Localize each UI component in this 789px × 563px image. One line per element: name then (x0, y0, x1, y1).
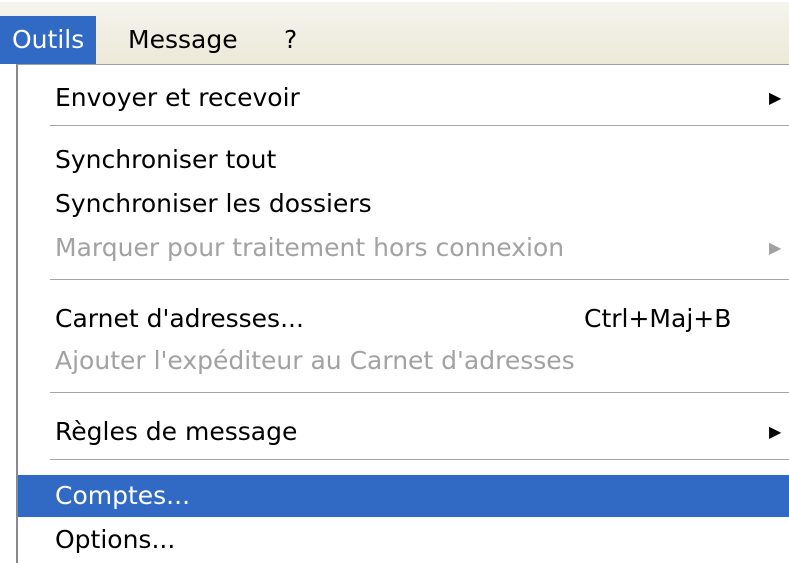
menu-item-label: Règles de message (55, 417, 298, 446)
menu-item-synchroniser-tout[interactable]: Synchroniser tout (18, 139, 789, 181)
menu-bar: Outils Message ? (0, 0, 789, 64)
menu-item-synchroniser-dossiers[interactable]: Synchroniser les dossiers (18, 183, 789, 225)
menu-item-label: Synchroniser tout (55, 145, 277, 174)
outils-dropdown-menu: Envoyer et recevoir ▶ Synchroniser tout … (16, 64, 789, 563)
menu-item-envoyer-recevoir[interactable]: Envoyer et recevoir ▶ (18, 77, 789, 119)
submenu-arrow-icon: ▶ (769, 88, 782, 107)
menu-item-regles-message[interactable]: Règles de message ▶ (18, 411, 789, 453)
menu-item-shortcut: Ctrl+Maj+B (584, 304, 732, 333)
menubar-message[interactable]: Message (116, 16, 250, 64)
menu-item-label: Carnet d'adresses... (55, 304, 304, 333)
menu-item-carnet-adresses[interactable]: Carnet d'adresses... Ctrl+Maj+B (18, 298, 789, 340)
menu-separator (50, 125, 789, 127)
menu-item-ajouter-expediteur: Ajouter l'expéditeur au Carnet d'adresse… (18, 340, 789, 382)
menubar-help[interactable]: ? (272, 16, 309, 64)
menu-item-label: Marquer pour traitement hors connexion (55, 233, 565, 262)
menu-item-label: Comptes... (55, 481, 191, 510)
submenu-arrow-icon: ▶ (769, 238, 782, 257)
submenu-arrow-icon: ▶ (769, 422, 782, 441)
menu-item-label: Envoyer et recevoir (55, 83, 300, 112)
menu-separator (50, 392, 789, 394)
menu-item-marquer-hors-connexion: Marquer pour traitement hors connexion ▶ (18, 227, 789, 269)
menu-item-comptes[interactable]: Comptes... (18, 475, 789, 517)
menu-separator (50, 279, 789, 281)
menu-separator (50, 459, 789, 461)
menu-item-label: Options... (55, 525, 176, 554)
menubar-outils[interactable]: Outils (0, 16, 97, 64)
menu-item-options[interactable]: Options... (18, 519, 789, 561)
menu-item-label: Synchroniser les dossiers (55, 189, 372, 218)
menu-item-label: Ajouter l'expéditeur au Carnet d'adresse… (55, 346, 575, 375)
